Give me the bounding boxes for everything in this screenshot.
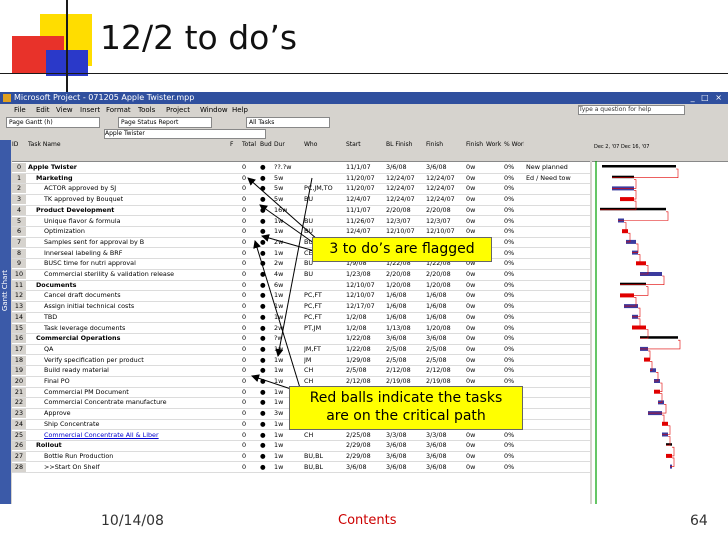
page-number: 64 — [690, 513, 708, 529]
arrow-critical-3 — [275, 177, 313, 357]
arrow-flag-2 — [259, 204, 319, 247]
critical-callout-line2: are on the critical path — [326, 408, 486, 424]
flagged-callout: 3 to do’s are flagged — [312, 237, 492, 262]
callout-arrows — [247, 177, 319, 393]
footer-date: 10/14/08 — [101, 513, 164, 529]
arrow-flag-1 — [247, 177, 319, 241]
contents-link[interactable]: Contents — [338, 513, 396, 528]
arrow-critical-1 — [253, 240, 301, 389]
arrow-flag-3 — [261, 234, 319, 253]
critical-callout-line1: Red balls indicate the tasks — [309, 390, 503, 406]
critical-path-callout: Red balls indicate the tasks are on the … — [289, 386, 523, 430]
